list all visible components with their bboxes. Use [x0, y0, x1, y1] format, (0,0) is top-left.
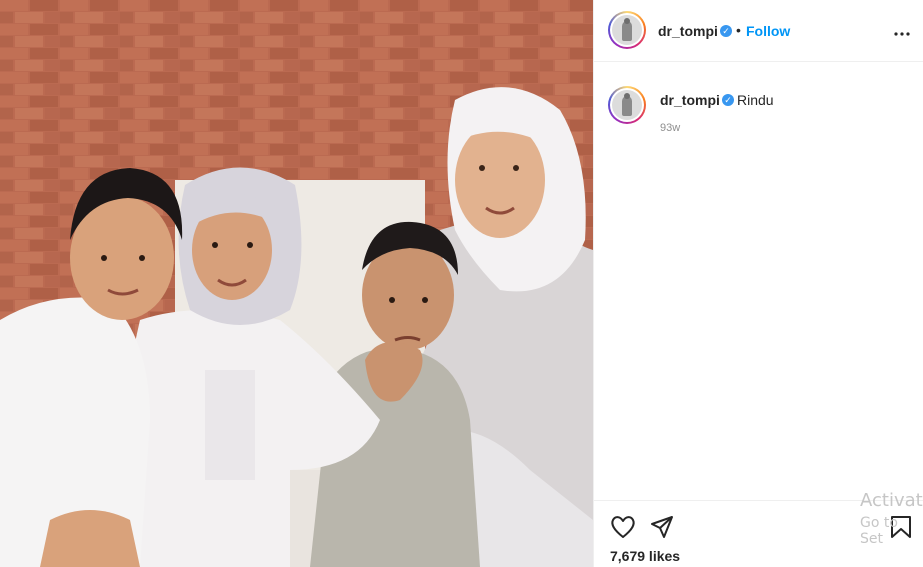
post-image-illustration — [0, 0, 593, 567]
post-image[interactable] — [0, 0, 593, 567]
post-header: dr_tompi ✓ • Follow — [594, 0, 923, 62]
header-separator: • — [736, 22, 741, 38]
verified-badge-icon: ✓ — [720, 25, 732, 37]
activation-watermark-subtitle: Go to Set — [860, 515, 898, 547]
verified-badge-icon: ✓ — [722, 94, 734, 106]
heart-icon[interactable] — [610, 515, 636, 544]
author-avatar[interactable] — [608, 11, 646, 49]
avatar-image — [612, 15, 642, 45]
caption-author-avatar[interactable] — [608, 86, 646, 124]
more-options-icon[interactable] — [894, 20, 910, 41]
avatar-image — [612, 90, 642, 120]
likes-count[interactable]: 7,679 likes — [610, 548, 680, 564]
header-username[interactable]: dr_tompi — [658, 23, 718, 39]
post-age[interactable]: 93w — [660, 122, 680, 134]
follow-button[interactable]: Follow — [746, 23, 790, 39]
caption-username[interactable]: dr_tompi — [660, 92, 720, 108]
post-side-panel: dr_tompi ✓ • Follow dr_tompi ✓ Rindu 93w — [593, 0, 923, 567]
caption-text: Rindu — [737, 92, 774, 108]
share-icon[interactable] — [650, 515, 674, 544]
activation-watermark-title: Activate — [860, 490, 923, 511]
